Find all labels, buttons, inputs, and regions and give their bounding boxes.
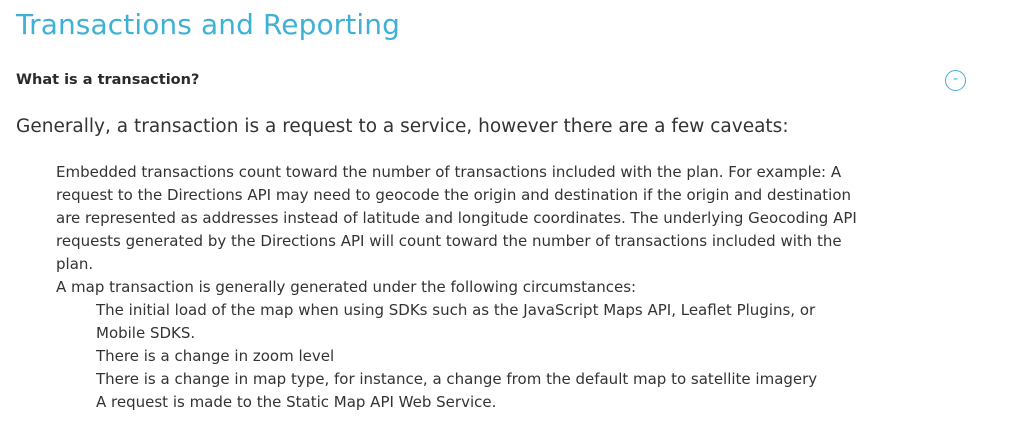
faq-question-what-is-a-transaction[interactable]: What is a transaction? xyxy=(16,70,199,90)
faq-answer-body: Embedded transactions count toward the n… xyxy=(56,161,861,414)
map-transaction-lead: A map transaction is generally generated… xyxy=(56,278,637,296)
collapse-icon[interactable]: - xyxy=(945,70,966,91)
list-item: There is a change in map type, for insta… xyxy=(96,370,818,388)
list-item: There is a change in zoom level xyxy=(96,347,335,365)
faq-answer-intro: Generally, a transaction is a request to… xyxy=(16,116,789,137)
embedded-transactions-paragraph: Embedded transactions count toward the n… xyxy=(56,163,857,273)
faq-page: Transactions and Reporting What is a tra… xyxy=(0,0,1025,430)
list-item: The initial load of the map when using S… xyxy=(96,301,816,342)
section-title: Transactions and Reporting xyxy=(16,8,400,41)
list-item: A request is made to the Static Map API … xyxy=(96,393,497,411)
circumstances-list: The initial load of the map when using S… xyxy=(56,299,861,414)
